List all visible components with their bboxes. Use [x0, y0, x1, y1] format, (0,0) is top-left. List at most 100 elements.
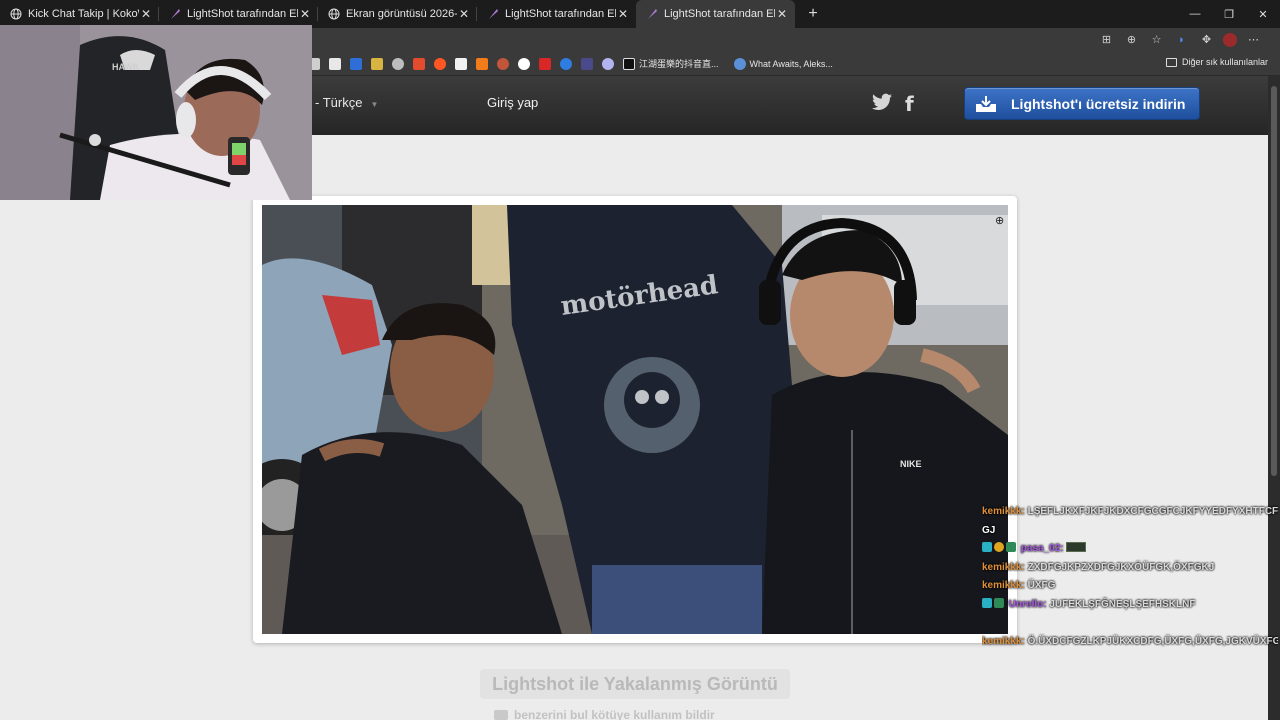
tab-title: Ekran görüntüsü 2026-08-07 0302: [346, 8, 457, 20]
bookmark-icon[interactable]: [350, 57, 362, 70]
language-selector[interactable]: - Türkçe ▼: [315, 95, 378, 110]
chat-text: JUFEKLŞFĞNEŞLŞEFHSKLNF: [1049, 598, 1196, 610]
extension-icon[interactable]: ◗: [1173, 31, 1190, 48]
close-tab-icon[interactable]: ✕: [298, 7, 312, 21]
lightshot-feather-icon: [169, 8, 181, 20]
tab-kick-chat[interactable]: Kick Chat Takip | KokoWich ✕: [0, 0, 159, 28]
close-tab-icon[interactable]: ✕: [616, 7, 630, 21]
window-controls: — ❐ ✕: [1178, 0, 1280, 28]
page-title: Lightshot ile Yakalanmış Görüntü: [480, 669, 790, 699]
webcam-illustration: HAWK: [0, 25, 312, 200]
hoodie-logo-text: NIKE: [900, 459, 922, 469]
download-button-label: Lightshot'ı ücretsiz indirin: [1011, 95, 1186, 112]
bookmark-icon[interactable]: [602, 57, 614, 70]
image-actions: benzerini bul kötüye kullanım bildir: [494, 708, 715, 720]
chat-username: kemikkk:: [982, 635, 1025, 647]
bookmark-icon[interactable]: [476, 57, 488, 70]
chat-emote-icon: [1066, 542, 1087, 552]
bookmark-icon[interactable]: [518, 57, 530, 70]
globe-icon: [328, 8, 340, 20]
tab-title: LightShot tarafından Ekran Görünt: [505, 8, 616, 20]
x-twitter-icon[interactable]: [329, 57, 341, 70]
tab-title: LightShot tarafından Ekran Görünt: [664, 8, 775, 20]
tab-lightshot-active[interactable]: LightShot tarafından Ekran Görünt ✕: [636, 0, 795, 28]
chat-username: kemikkk:: [982, 580, 1025, 591]
steam-icon: [733, 57, 746, 70]
bookmark-steam[interactable]: What Awaits, Aleks...: [733, 57, 833, 70]
lightshot-feather-icon: [487, 8, 499, 20]
bookmark-label: What Awaits, Aleks...: [749, 58, 833, 69]
bookmark-icon[interactable]: [581, 57, 593, 70]
new-tab-button[interactable]: +: [799, 0, 827, 28]
subscriber-badge-icon: [982, 597, 992, 608]
chat-message: kemikkk: ZXDFGJKPZXDFGJKXÖÜFGK,ÖXFGKJ: [982, 559, 1278, 578]
download-lightshot-button[interactable]: Lightshot'ı ücretsiz indirin: [964, 87, 1200, 120]
tab-lightshot-1[interactable]: LightShot tarafından Ekran Görünt ✕: [159, 0, 318, 28]
bookmark-icon[interactable]: [455, 57, 467, 70]
screen: Kick Chat Takip | KokoWich ✕ LightShot t…: [0, 0, 1280, 720]
profile-avatar[interactable]: [1223, 32, 1237, 47]
chat-message: Unrello: JUFEKLŞFĞNEŞLŞEFHSKLNF: [982, 596, 1278, 615]
close-tab-icon[interactable]: ✕: [775, 7, 789, 21]
chat-text: LŞEFLJKXFJKFJKDXCFGCGFCJKFYYEDFYXHTFCFK: [1027, 506, 1278, 517]
bookmark-label: 江湖蛋樂的抖音直...: [639, 59, 719, 69]
chat-message: pasa_02:: [982, 540, 1278, 559]
tiktok-icon: [623, 57, 635, 70]
chat-text: ZXDFGJKPZXDFGJKXÖÜFGK,ÖXFGKJ: [1027, 561, 1215, 573]
other-favorites-folder[interactable]: Diğer sık kullanılanlar: [1165, 57, 1268, 67]
globe-icon: [10, 8, 22, 20]
split-view-icon[interactable]: ⊞: [1098, 31, 1115, 48]
tab-title: Kick Chat Takip | KokoWich: [28, 8, 139, 20]
tab-ekran-goruntusu[interactable]: Ekran görüntüsü 2026-08-07 0302 ✕: [318, 0, 477, 28]
subscriber-badge-icon: [982, 542, 992, 552]
close-tab-icon[interactable]: ✕: [457, 7, 471, 21]
chat-username: kemikkk:: [982, 561, 1025, 573]
zoom-icon[interactable]: ⊕: [1123, 31, 1140, 48]
chat-text: ÜXFG: [1027, 580, 1056, 591]
toolbar-icons: ⊞ ⊕ ☆ ◗ ✥ ⋯: [1098, 31, 1262, 48]
streamer-webcam-overlay: HAWK: [0, 25, 312, 200]
close-window-icon[interactable]: ✕: [1246, 0, 1280, 28]
screenshot-image[interactable]: motörhead NIKE: [262, 205, 1008, 634]
image-actions-label[interactable]: benzerini bul kötüye kullanım bildir: [514, 708, 715, 720]
bookmark-icon[interactable]: [413, 57, 425, 70]
facebook-icon[interactable]: f: [905, 92, 914, 116]
chat-username: pasa_02:: [1020, 543, 1064, 554]
kick-badge-icon: [1006, 542, 1016, 552]
bookmark-icon[interactable]: [539, 57, 551, 70]
bookmark-douyin[interactable]: 江湖蛋樂的抖音直...: [623, 57, 719, 70]
zoom-in-icon[interactable]: ⊕: [995, 214, 1004, 227]
reddit-icon[interactable]: [434, 57, 446, 70]
chat-text: GJ: [982, 524, 996, 536]
tab-title: LightShot tarafından Ekran Görünt: [187, 8, 298, 20]
scrollbar-thumb[interactable]: [1271, 86, 1277, 476]
bookmark-icon[interactable]: [371, 57, 383, 70]
more-menu-icon[interactable]: ⋯: [1245, 31, 1262, 48]
twitter-icon[interactable]: [872, 93, 892, 111]
gift-badge-icon: [994, 542, 1004, 552]
bookmark-icons: 江湖蛋樂的抖音直... What Awaits, Aleks...: [308, 57, 833, 70]
login-link[interactable]: Giriş yap: [487, 95, 538, 110]
language-label: - Türkçe: [315, 95, 363, 110]
chevron-down-icon: ▼: [370, 100, 379, 109]
kick-badge-icon: [994, 597, 1004, 608]
bookmark-icon[interactable]: [560, 57, 572, 70]
bookmark-icon[interactable]: [497, 57, 509, 70]
folder-icon: [1165, 57, 1177, 67]
extensions-puzzle-icon[interactable]: ✥: [1198, 31, 1215, 48]
chat-message: [982, 614, 1278, 633]
minimize-icon[interactable]: —: [1178, 0, 1212, 28]
chat-username: Unrello:: [1008, 598, 1047, 610]
bookmark-icon[interactable]: [392, 57, 404, 70]
browser-tab-strip: Kick Chat Takip | KokoWich ✕ LightShot t…: [0, 0, 1280, 28]
favorite-star-icon[interactable]: ☆: [1148, 31, 1165, 48]
find-similar-icon: [494, 710, 508, 720]
restore-icon[interactable]: ❐: [1212, 0, 1246, 28]
close-tab-icon[interactable]: ✕: [139, 7, 153, 21]
other-favorites-label: Diğer sık kullanılanlar: [1181, 57, 1268, 67]
chat-message: kemikkk: Ö.ÜXDCFGZLKPJÜKXCDFG,ÜXFG,ÜXFG,…: [982, 633, 1278, 652]
chat-message: kemikkk: LŞEFLJKXFJKFJKDXCFGCGFCJKFYYEDF…: [982, 503, 1278, 522]
download-tray-icon: [976, 95, 996, 112]
chat-message: kemikkk: ÜXFG: [982, 577, 1278, 596]
tab-lightshot-2[interactable]: LightShot tarafından Ekran Görünt ✕: [477, 0, 636, 28]
